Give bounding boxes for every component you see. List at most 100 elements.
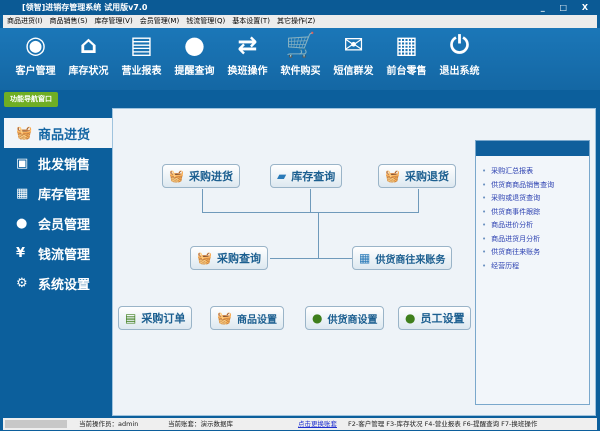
tool-buy[interactable]: 🛒 软件购买 (277, 28, 324, 90)
status-account: 当前账套：演示数据库 (168, 420, 233, 428)
menu-inventory[interactable]: 库存管理(V) (94, 15, 132, 28)
user-icon: ● (16, 215, 28, 231)
connector (318, 212, 319, 259)
basket-icon: 🧺 (16, 125, 33, 141)
switch-account-link[interactable]: 点击更换账套 (298, 418, 337, 430)
sidebar-item-wholesale[interactable]: ▣ 批发销售 (4, 148, 112, 178)
stock-query-button[interactable]: ▰ 库存查询 (270, 164, 343, 188)
menu-member[interactable]: 会员管理(M) (140, 15, 180, 28)
report-link[interactable]: 采购或退货查询 (482, 193, 589, 207)
menu-cashflow[interactable]: 钱流管理(Q) (186, 15, 225, 28)
window-controls[interactable]: _ □ X (541, 0, 594, 15)
mail-icon: ✉ (343, 31, 364, 59)
connector (202, 189, 203, 213)
window-title: [领智]进销存管理系统 试用版v7.0 (22, 3, 148, 12)
tool-stock[interactable]: ⌂ 库存状况 (65, 28, 112, 90)
swap-icon: ⇄ (237, 31, 258, 59)
folder-icon: ▰ (277, 169, 287, 183)
tool-retail[interactable]: ▦ 前台零售 (383, 28, 430, 90)
grid-icon: ▦ (16, 185, 29, 201)
reports-panel: 采购汇总报表 供货商商品销售查询 采购或退货查询 供货商事件跟踪 商品进价分析 … (475, 140, 590, 405)
report-link[interactable]: 供货商商品销售查询 (482, 180, 589, 194)
tab-nav-window[interactable]: 功能导航窗口 (4, 92, 58, 107)
button-label: 采购订单 (141, 312, 186, 325)
report-icon: ▤ (130, 31, 153, 59)
tool-label: 提醒查询 (174, 66, 215, 77)
gear-icon: ⚙ (16, 275, 28, 291)
report-link[interactable]: 商品进价分析 (482, 220, 589, 234)
basket-icon: 🧺 (217, 311, 232, 325)
button-label: 供货商往来账务 (375, 254, 446, 266)
user-gear-icon: ● (312, 311, 323, 325)
tool-label: 客户管理 (15, 66, 56, 77)
button-label: 员工设置 (420, 312, 465, 325)
connector (202, 212, 419, 213)
sidebar-item-settings[interactable]: ⚙ 系统设置 (4, 268, 112, 298)
tool-reminder[interactable]: ● 提醒查询 (171, 28, 218, 90)
tool-label: 短信群发 (333, 66, 374, 77)
button-label: 采购退货 (404, 170, 449, 183)
button-label: 库存查询 (291, 170, 336, 183)
tool-label: 库存状况 (68, 66, 109, 77)
connector (418, 189, 419, 213)
document-icon: ▤ (125, 311, 137, 325)
sidebar: 🧺 商品进货 ▣ 批发销售 ▦ 库存管理 ● 会员管理 ¥ 钱流管理 ⚙ 系统设置 (4, 118, 112, 408)
register-icon: ▦ (359, 251, 371, 265)
button-label: 采购查询 (216, 252, 261, 265)
supplier-setting-button[interactable]: ● 供货商设置 (305, 306, 385, 330)
tool-customer[interactable]: ◉ 客户管理 (12, 28, 59, 90)
menu-purchase[interactable]: 商品进货(I) (7, 15, 43, 28)
connector (310, 189, 311, 213)
user-circle-icon: ◉ (25, 31, 46, 59)
sidebar-item-inventory[interactable]: ▦ 库存管理 (4, 178, 112, 208)
button-label: 采购进货 (188, 170, 233, 183)
tool-exit[interactable]: ⏻ 退出系统 (436, 28, 483, 90)
status-operator: 当前操作员：admin (79, 420, 139, 428)
report-link[interactable]: 供货商事件跟踪 (482, 207, 589, 221)
menu-sales[interactable]: 商品销售(S) (50, 15, 88, 28)
tool-sms[interactable]: ✉ 短信群发 (330, 28, 377, 90)
sidebar-item-member[interactable]: ● 会员管理 (4, 208, 112, 238)
purchase-return-button[interactable]: 🧺 采购退货 (378, 164, 456, 188)
user-icon: ● (405, 311, 416, 325)
goods-setting-button[interactable]: 🧺 商品设置 (210, 306, 284, 330)
tool-label: 换班操作 (227, 66, 268, 77)
basket-icon: 🧺 (197, 251, 212, 265)
invoice-icon: ▣ (16, 155, 29, 171)
yen-icon: ¥ (16, 245, 26, 261)
button-label: 商品设置 (236, 314, 277, 326)
status-shortcuts: F2-客户管理 F3-库存状况 F4-营业报表 F6-提醒查询 F7-换班操作 (348, 420, 538, 428)
chat-user-icon: ● (184, 31, 205, 59)
reports-panel-header (476, 141, 589, 156)
tool-label: 退出系统 (439, 66, 480, 77)
sidebar-label: 批发销售 (38, 157, 91, 173)
sidebar-label: 钱流管理 (38, 247, 91, 263)
basket-icon: 🧺 (169, 169, 184, 183)
purchase-in-button[interactable]: 🧺 采购进货 (162, 164, 240, 188)
title-bar: [领智]进销存管理系统 试用版v7.0 _ □ X (0, 0, 600, 15)
house-icon: ⌂ (79, 31, 98, 59)
report-link[interactable]: 经营历程 (482, 261, 589, 275)
report-link[interactable]: 商品进货月分析 (482, 234, 589, 248)
menu-other[interactable]: 其它操作(Z) (277, 15, 315, 28)
report-link[interactable]: 采购汇总报表 (482, 166, 589, 180)
menu-bar: 商品进货(I) 商品销售(S) 库存管理(V) 会员管理(M) 钱流管理(Q) … (3, 15, 597, 28)
tool-shift[interactable]: ⇄ 换班操作 (224, 28, 271, 90)
supplier-account-button[interactable]: ▦ 供货商往来账务 (352, 246, 453, 270)
tool-label: 营业报表 (121, 66, 162, 77)
status-progress (5, 420, 67, 428)
menu-settings[interactable]: 基本设置(T) (232, 15, 270, 28)
sidebar-label: 系统设置 (38, 277, 91, 293)
sidebar-item-cashflow[interactable]: ¥ 钱流管理 (4, 238, 112, 268)
purchase-order-button[interactable]: ▤ 采购订单 (118, 306, 193, 330)
report-link[interactable]: 供货商往来账务 (482, 247, 589, 261)
tool-label: 软件购买 (280, 66, 321, 77)
cart-icon: 🛒 (285, 31, 316, 59)
sidebar-item-purchase[interactable]: 🧺 商品进货 (4, 118, 112, 148)
power-icon: ⏻ (450, 31, 469, 59)
tool-label: 前台零售 (386, 66, 427, 77)
staff-setting-button[interactable]: ● 员工设置 (398, 306, 472, 330)
sidebar-label: 商品进货 (38, 127, 91, 143)
tool-report[interactable]: ▤ 营业报表 (118, 28, 165, 90)
purchase-query-button[interactable]: 🧺 采购查询 (190, 246, 268, 270)
